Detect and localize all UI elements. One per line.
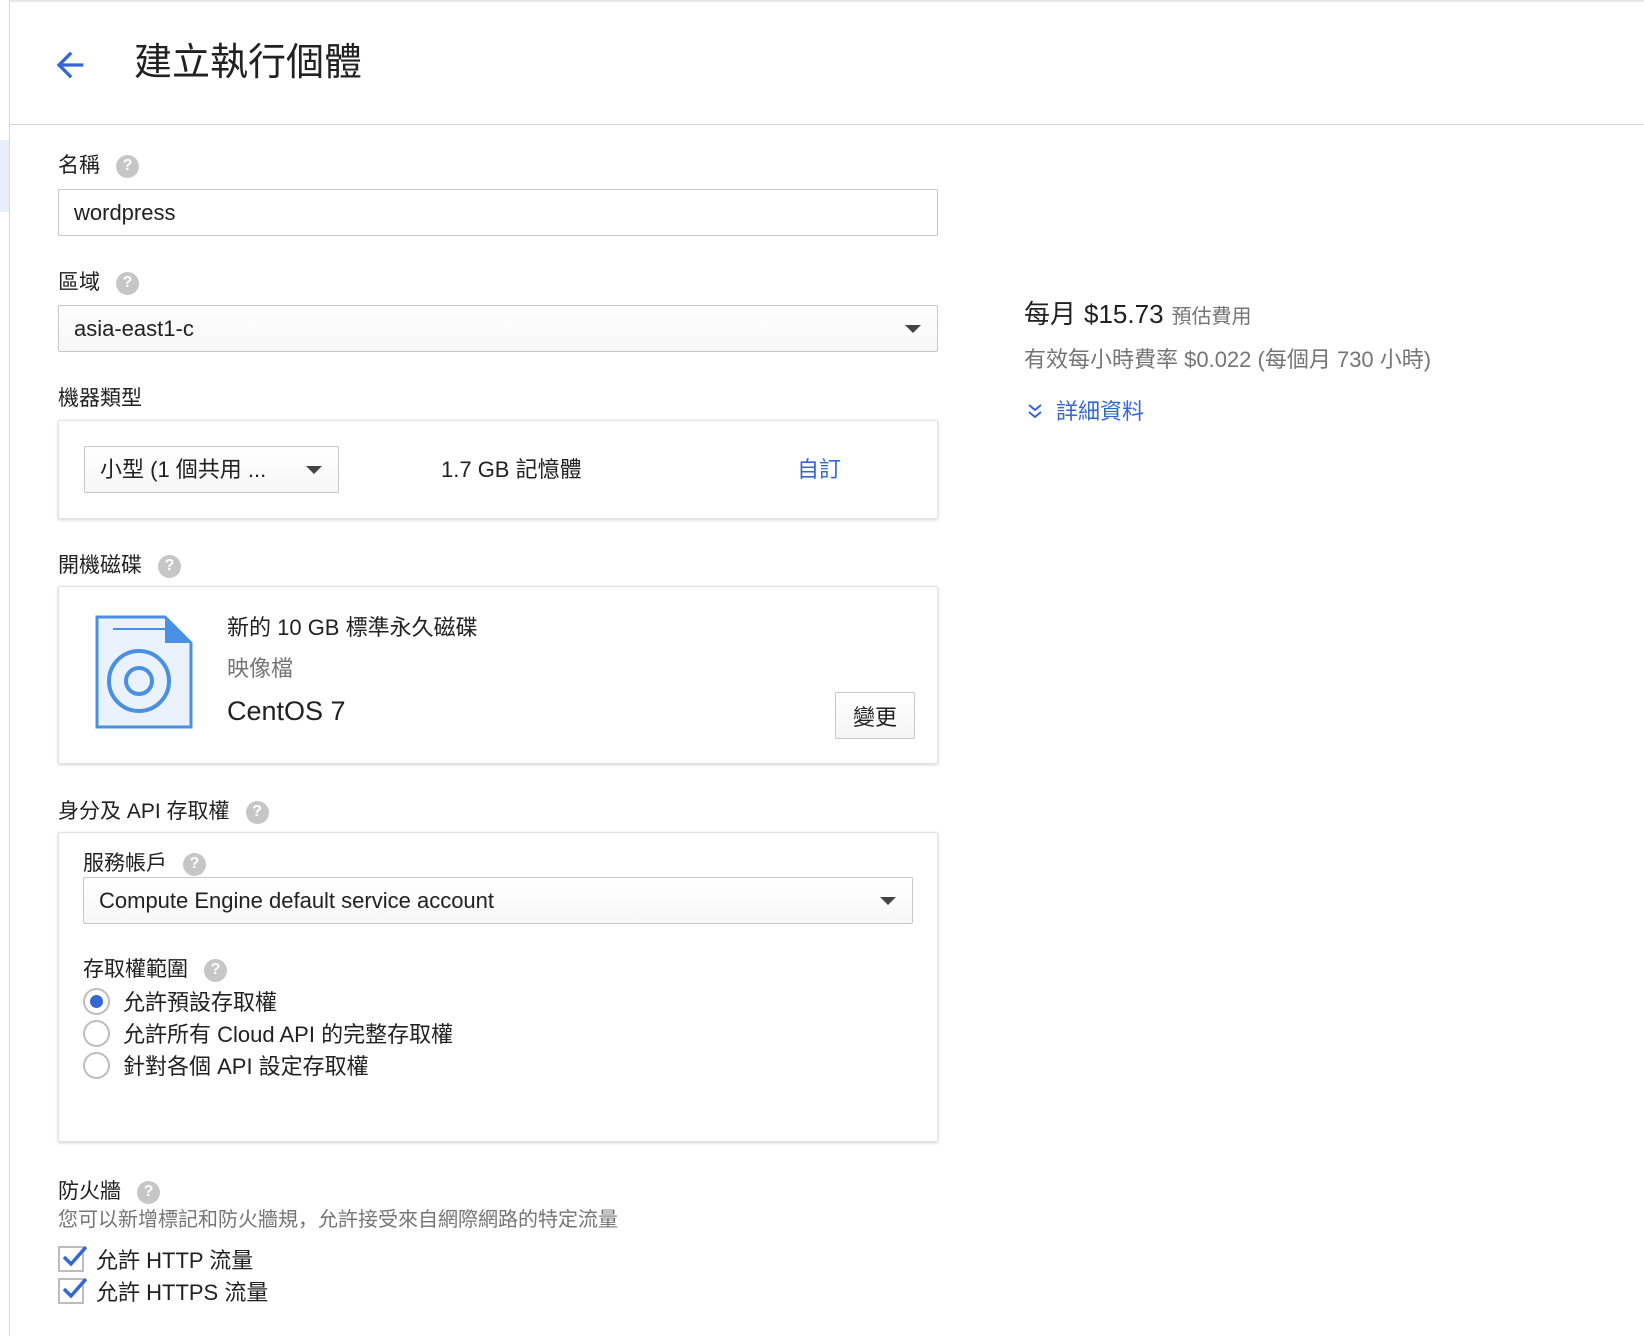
zone-help-icon[interactable]: ? [116, 271, 139, 295]
scope-option-per-api[interactable]: 針對各個 API 設定存取權 [83, 1049, 369, 1081]
boot-disk-card: 新的 10 GB 標準永久磁碟 映像檔 CentOS 7 變更 [58, 586, 938, 764]
arrow-back-icon [56, 51, 84, 79]
zone-label: 區域 [58, 271, 100, 294]
checkmark-icon [62, 1277, 88, 1299]
firewall-label-row: 防火牆 ? [58, 1179, 160, 1205]
customize-link[interactable]: 自訂 [797, 456, 841, 484]
service-account-label-row: 服務帳戶 ? [83, 851, 206, 877]
chevron-down-icon [306, 466, 322, 474]
firewall-option-label: 允許 HTTPS 流量 [96, 1280, 269, 1305]
machine-type-label: 機器類型 [58, 387, 142, 410]
zone-label-row: 區域 ? [58, 270, 139, 296]
name-label: 名稱 [58, 154, 100, 177]
firewall-option-http[interactable]: 允許 HTTP 流量 [58, 1243, 253, 1275]
left-rail-active-marker [0, 140, 9, 212]
firewall-label: 防火牆 [58, 1180, 121, 1203]
https-checkbox[interactable] [58, 1277, 88, 1304]
firewall-option-https[interactable]: 允許 HTTPS 流量 [58, 1275, 268, 1307]
identity-label: 身分及 API 存取權 [58, 800, 230, 823]
page-title: 建立執行個體 [134, 42, 363, 84]
identity-label-row: 身分及 API 存取權 ? [58, 799, 269, 825]
service-account-select[interactable]: Compute Engine default service account [83, 877, 913, 924]
scope-option-label: 允許所有 Cloud API 的完整存取權 [123, 1022, 454, 1047]
zone-select[interactable]: asia-east1-c [58, 305, 938, 352]
page-header: 建立執行個體 [10, 3, 1644, 125]
service-account-help-icon[interactable]: ? [183, 852, 206, 876]
identity-card: 服務帳戶 ? Compute Engine default service ac… [58, 832, 938, 1142]
zone-select-value: asia-east1-c [74, 316, 194, 341]
identity-help-icon[interactable]: ? [245, 800, 269, 824]
firewall-help-icon[interactable]: ? [137, 1180, 160, 1204]
boot-disk-image-label: 映像檔 [227, 656, 294, 681]
boot-disk-help-icon[interactable]: ? [158, 554, 181, 578]
http-checkbox[interactable] [58, 1245, 88, 1272]
scope-radio-default[interactable] [83, 987, 110, 1015]
pricing-panel: 每月 $15.73 預估費用 有效每小時費率 $0.022 (每個月 730 小… [1024, 296, 1624, 427]
monthly-price: $15.73 [1084, 299, 1164, 329]
boot-disk-label-row: 開機磁碟 ? [58, 553, 181, 579]
boot-disk-label: 開機磁碟 [58, 554, 142, 577]
scopes-label-row: 存取權範圍 ? [83, 957, 227, 983]
scope-radio-per-api[interactable] [83, 1051, 110, 1079]
monthly-price-suffix: 預估費用 [1171, 306, 1252, 328]
machine-type-label-row: 機器類型 [58, 386, 142, 412]
service-account-select-value: Compute Engine default service account [99, 888, 495, 913]
machine-type-select[interactable]: 小型 (1 個共用 ... [84, 446, 339, 493]
double-chevron-down-icon [1028, 404, 1042, 419]
change-disk-button[interactable]: 變更 [835, 692, 915, 739]
service-account-label: 服務帳戶 [83, 852, 167, 875]
firewall-description: 您可以新增標記和防火牆規，允許接受來自網際網路的特定流量 [58, 1209, 618, 1231]
back-button[interactable] [44, 39, 96, 91]
monthly-prefix: 每月 [1024, 299, 1077, 329]
checkmark-icon [62, 1245, 88, 1267]
firewall-option-label: 允許 HTTP 流量 [96, 1248, 254, 1273]
scope-option-label: 允許預設存取權 [123, 990, 278, 1015]
monthly-price-row: 每月 $15.73 預估費用 [1024, 296, 1624, 335]
chevron-down-icon [905, 325, 921, 333]
scope-option-full-access[interactable]: 允許所有 Cloud API 的完整存取權 [83, 1017, 453, 1049]
scopes-label: 存取權範圍 [83, 958, 188, 981]
scopes-help-icon[interactable]: ? [204, 958, 227, 982]
machine-type-select-value: 小型 (1 個共用 ... [100, 457, 267, 482]
machine-memory-text: 1.7 GB 記憶體 [441, 457, 582, 482]
boot-disk-image-value: CentOS 7 [227, 696, 346, 726]
details-toggle[interactable]: 詳細資料 [1024, 397, 1624, 427]
name-input[interactable] [58, 189, 938, 236]
details-link[interactable]: 詳細資料 [1056, 397, 1144, 427]
chevron-down-icon [880, 897, 896, 905]
scope-radio-full-access[interactable] [83, 1019, 110, 1047]
name-help-icon[interactable]: ? [116, 154, 139, 178]
boot-disk-description: 新的 10 GB 標準永久磁碟 [227, 615, 478, 640]
scope-option-label: 針對各個 API 設定存取權 [123, 1054, 369, 1079]
disk-image-icon [95, 615, 193, 729]
machine-type-card: 小型 (1 個共用 ... 1.7 GB 記憶體 自訂 [58, 420, 938, 519]
hourly-rate-text: 有效每小時費率 $0.022 (每個月 730 小時) [1024, 347, 1432, 372]
left-rail [0, 0, 10, 1336]
scope-option-default[interactable]: 允許預設存取權 [83, 985, 277, 1017]
name-label-row: 名稱 ? [58, 153, 139, 179]
